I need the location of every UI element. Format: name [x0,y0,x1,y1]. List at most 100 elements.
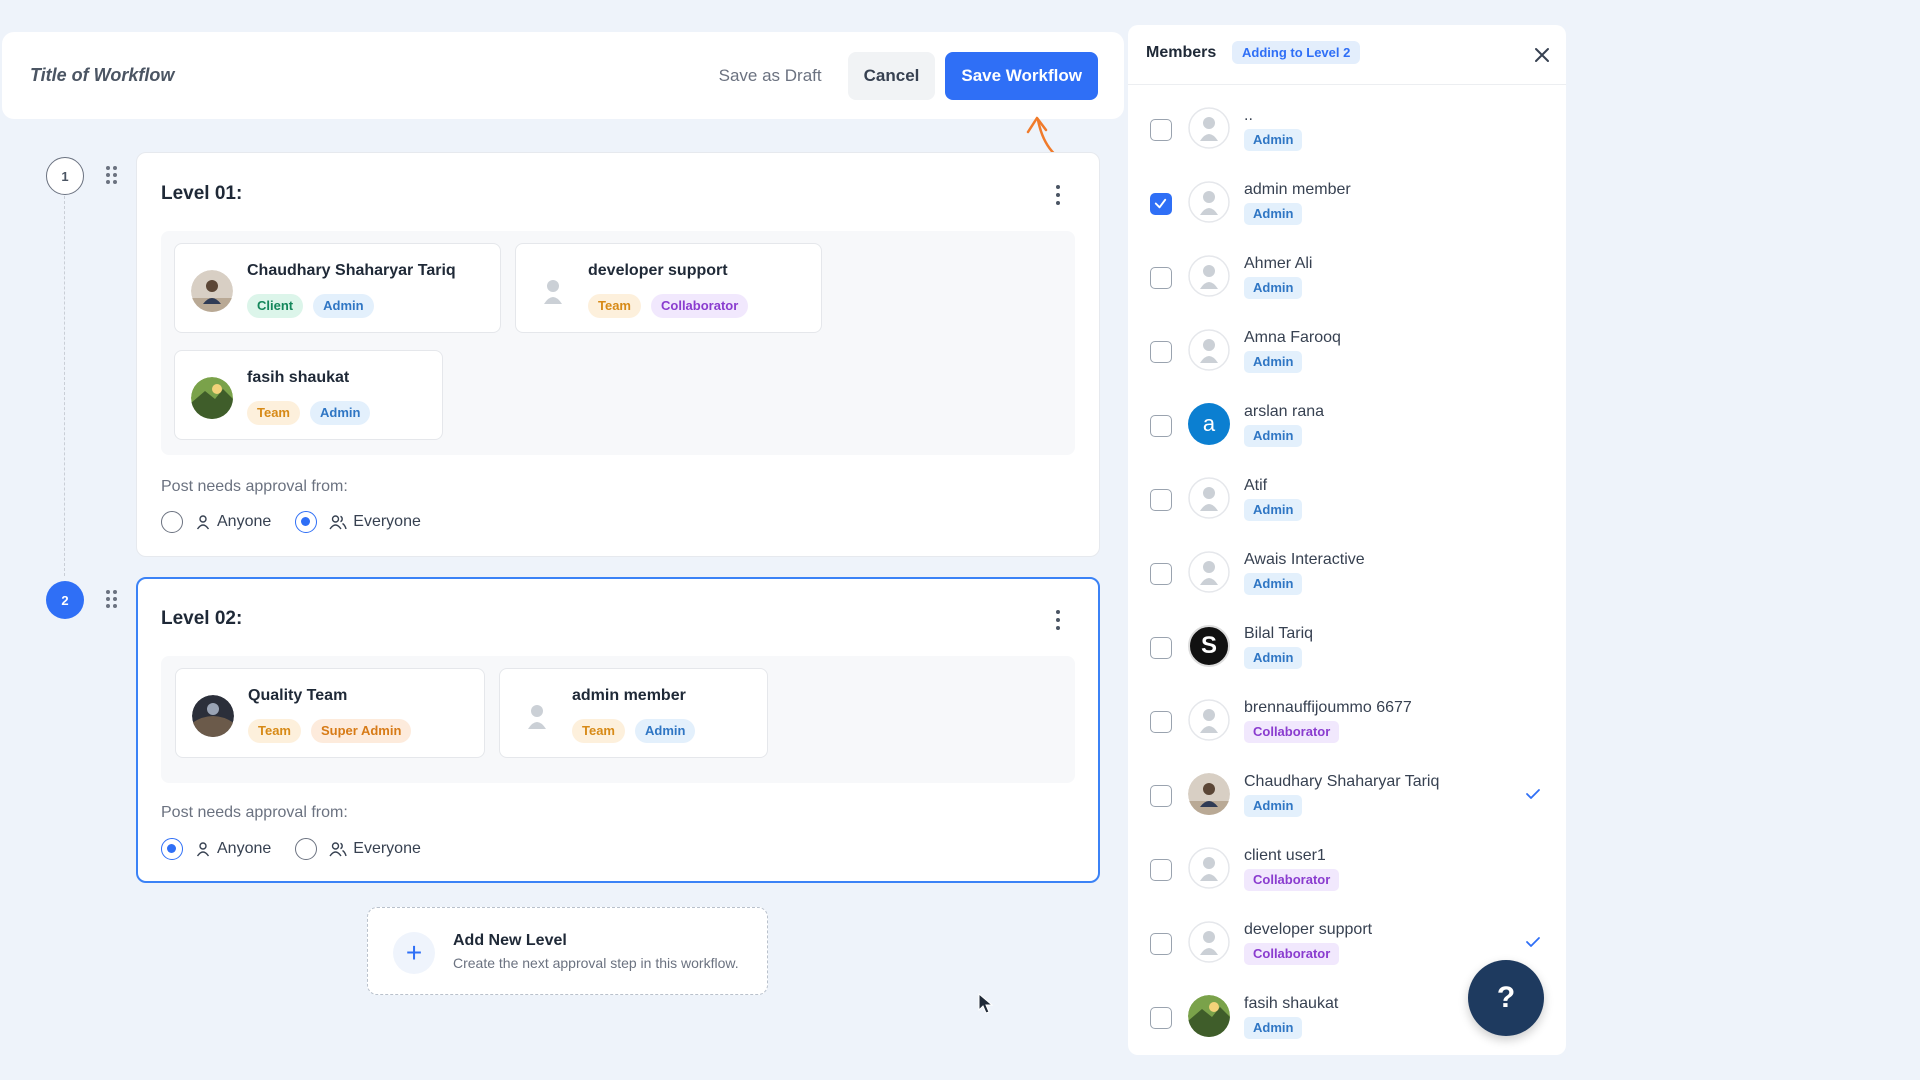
member-checkbox[interactable] [1150,785,1172,807]
approval-option-everyone[interactable]: Everyone [295,511,421,533]
role-tag: Collaborator [1244,943,1340,965]
member-row[interactable]: a arslan rana Admin [1128,399,1566,473]
member-name: Awais Interactive [1244,551,1365,568]
person-icon [196,515,210,530]
role-tag: Collaborator [1244,721,1340,743]
cancel-button[interactable]: Cancel [847,51,936,100]
user-photo-avatar [1188,773,1230,815]
role-tag: Client [247,294,304,318]
member-row[interactable]: admin member Admin [1128,177,1566,251]
member-row[interactable]: Ahmer Ali Admin [1128,251,1566,325]
drag-handle-icon[interactable] [106,590,118,610]
role-tag: Admin [1244,795,1303,817]
user-photo-avatar [191,270,233,312]
approval-option-everyone[interactable]: Everyone [295,838,421,860]
member-name: Amna Farooq [1244,329,1341,346]
member-row[interactable]: Awais Interactive Admin [1128,547,1566,621]
members-panel: Members Adding to Level 2 .. Admin admin… [1128,25,1566,1055]
role-tag: Admin [635,719,696,743]
approval-options: Anyone Everyone [161,838,445,860]
member-checkbox[interactable] [1150,193,1172,215]
member-name: developer support [588,262,728,279]
role-tag: Team [588,294,641,318]
member-name: brennauffijoummo 6677 [1244,699,1412,716]
member-card[interactable]: Chaudhary Shaharyar Tariq Client Admin [174,243,501,333]
check-icon [1154,198,1167,209]
member-checkbox[interactable] [1150,489,1172,511]
member-checkbox[interactable] [1150,933,1172,955]
save-draft-button[interactable]: Save as Draft [719,66,822,86]
user-placeholder-icon [516,695,558,737]
level-members-area: Chaudhary Shaharyar Tariq Client Admin d… [161,231,1075,455]
mouse-cursor-icon [978,993,994,1014]
member-name: client user1 [1244,847,1326,864]
role-tag: Collaborator [651,294,749,318]
member-row[interactable]: Amna Farooq Admin [1128,325,1566,399]
step-indicator-1: 1 [46,157,84,195]
team-photo-avatar [192,695,234,737]
member-checkbox[interactable] [1150,711,1172,733]
member-row[interactable]: client user1 Collaborator [1128,843,1566,917]
role-tag: Admin [1244,647,1303,669]
level-members-area: Quality Team Team Super Admin admin memb… [161,656,1075,783]
member-row[interactable]: brennauffijoummo 6677 Collaborator [1128,695,1566,769]
save-workflow-button[interactable]: Save Workflow [945,51,1098,100]
member-checkbox[interactable] [1150,637,1172,659]
member-checkbox[interactable] [1150,341,1172,363]
close-icon[interactable] [1530,43,1554,67]
level-target-badge: Adding to Level 2 [1232,41,1361,64]
user-placeholder-icon [1188,255,1230,297]
user-placeholder-icon [1188,181,1230,223]
member-checkbox[interactable] [1150,119,1172,141]
approval-option-anyone[interactable]: Anyone [161,511,271,533]
people-icon [329,515,347,530]
add-new-level-button[interactable]: + Add New Level Create the next approval… [367,907,768,995]
user-photo-avatar [191,377,233,419]
member-checkbox[interactable] [1150,563,1172,585]
radio-button[interactable] [295,838,318,860]
member-name: fasih shaukat [1244,995,1339,1012]
role-tag: Admin [1244,425,1303,447]
member-checkbox[interactable] [1150,859,1172,881]
approval-label: Post needs approval from: [161,478,348,495]
member-list: .. Admin admin member Admin Ahmer Ali Ad… [1128,103,1566,1055]
user-placeholder-icon [1188,107,1230,149]
member-card[interactable]: fasih shaukat Team Admin [174,350,443,440]
user-placeholder-icon [1188,551,1230,593]
workflow-title[interactable]: Title of Workflow [30,65,719,86]
radio-button[interactable] [161,511,183,533]
option-label: Everyone [353,840,421,857]
more-options-icon[interactable] [1055,610,1061,632]
approval-label: Post needs approval from: [161,804,348,821]
more-options-icon[interactable] [1055,185,1061,207]
member-card[interactable]: admin member Team Admin [499,668,768,758]
member-checkbox[interactable] [1150,267,1172,289]
user-placeholder-icon [1188,477,1230,519]
approval-option-anyone[interactable]: Anyone [161,838,271,860]
role-tag: Admin [1244,499,1303,521]
member-row[interactable]: .. Admin [1128,103,1566,177]
option-label: Everyone [353,513,421,530]
add-level-title: Add New Level [453,932,567,949]
added-check-icon [1526,937,1540,947]
role-tag: Admin [313,294,374,318]
member-card[interactable]: Quality Team Team Super Admin [175,668,485,758]
role-tag: Admin [1244,351,1303,373]
member-checkbox[interactable] [1150,415,1172,437]
member-row[interactable]: Chaudhary Shaharyar Tariq Admin [1128,769,1566,843]
member-name: Atif [1244,477,1268,494]
people-icon [329,842,347,857]
member-card[interactable]: developer support Team Collaborator [515,243,822,333]
member-row[interactable]: Atif Admin [1128,473,1566,547]
role-tag: Team [248,719,301,743]
member-checkbox[interactable] [1150,1007,1172,1029]
role-tag: Super Admin [311,719,412,743]
radio-button[interactable] [295,511,318,533]
help-button[interactable]: ? [1468,960,1544,1036]
user-logo-avatar: S [1188,625,1230,667]
drag-handle-icon[interactable] [106,166,118,186]
person-icon [196,842,210,857]
radio-button[interactable] [161,838,183,860]
member-name: .. [1244,107,1253,124]
member-row[interactable]: S Bilal Tariq Admin [1128,621,1566,695]
